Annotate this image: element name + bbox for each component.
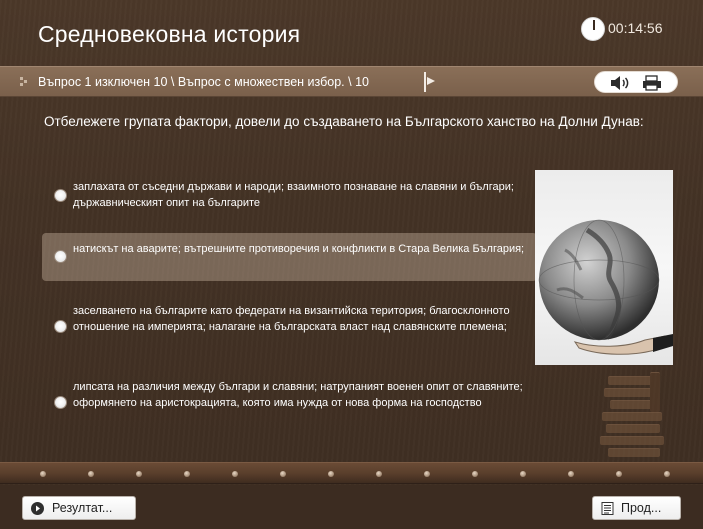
radio-button[interactable] bbox=[54, 250, 67, 263]
printer-icon[interactable] bbox=[641, 75, 663, 91]
flag-icon[interactable] bbox=[423, 72, 437, 92]
page-title: Средновековна история bbox=[38, 21, 301, 47]
clock-icon bbox=[581, 17, 605, 41]
question-text: Отбележете групата фактори, довели до съ… bbox=[44, 114, 644, 129]
timer: 00:14:56 bbox=[608, 20, 663, 36]
result-button[interactable]: Резултат... bbox=[22, 496, 136, 520]
dots-icon bbox=[20, 77, 28, 87]
question-progress: Въпрос 1 изключен 10 \ Въпрос с множеств… bbox=[38, 75, 369, 89]
radio-button[interactable] bbox=[54, 189, 67, 202]
list-icon bbox=[601, 502, 614, 515]
answer-option-3[interactable]: заселването на българите като федерати н… bbox=[42, 302, 537, 352]
answer-label: натискът на аварите; вътрешните противор… bbox=[73, 243, 525, 255]
answer-option-2[interactable]: натискът на аварите; вътрешните противор… bbox=[42, 233, 537, 281]
radio-button[interactable] bbox=[54, 320, 67, 333]
result-label: Резултат... bbox=[52, 501, 113, 515]
next-button[interactable]: Прод... bbox=[592, 496, 681, 520]
radio-button[interactable] bbox=[54, 396, 67, 409]
progress-strip: Въпрос 1 изключен 10 \ Въпрос с множеств… bbox=[0, 66, 703, 97]
next-label: Прод... bbox=[621, 501, 662, 515]
books-decoration bbox=[598, 368, 683, 466]
footer-bar: Резултат... Прод... bbox=[0, 485, 703, 529]
speaker-icon[interactable] bbox=[609, 75, 631, 91]
answer-option-1[interactable]: заплахата от съседни държави и народи; в… bbox=[42, 176, 537, 214]
answer-label: заселването на българите като федерати н… bbox=[73, 305, 510, 333]
answer-option-4[interactable]: липсата на различия между българи и слав… bbox=[42, 378, 537, 428]
play-icon bbox=[31, 502, 44, 515]
decorative-rail bbox=[0, 462, 703, 484]
globe-image bbox=[535, 170, 673, 365]
answer-label: липсата на различия между българи и слав… bbox=[73, 381, 523, 409]
answer-label: заплахата от съседни държави и народи; в… bbox=[73, 181, 514, 209]
tools-bar bbox=[594, 71, 678, 93]
header: Средновековна история 00:14:56 bbox=[0, 0, 703, 66]
quiz-window: Средновековна история 00:14:56 Въпрос 1 … bbox=[0, 0, 703, 529]
